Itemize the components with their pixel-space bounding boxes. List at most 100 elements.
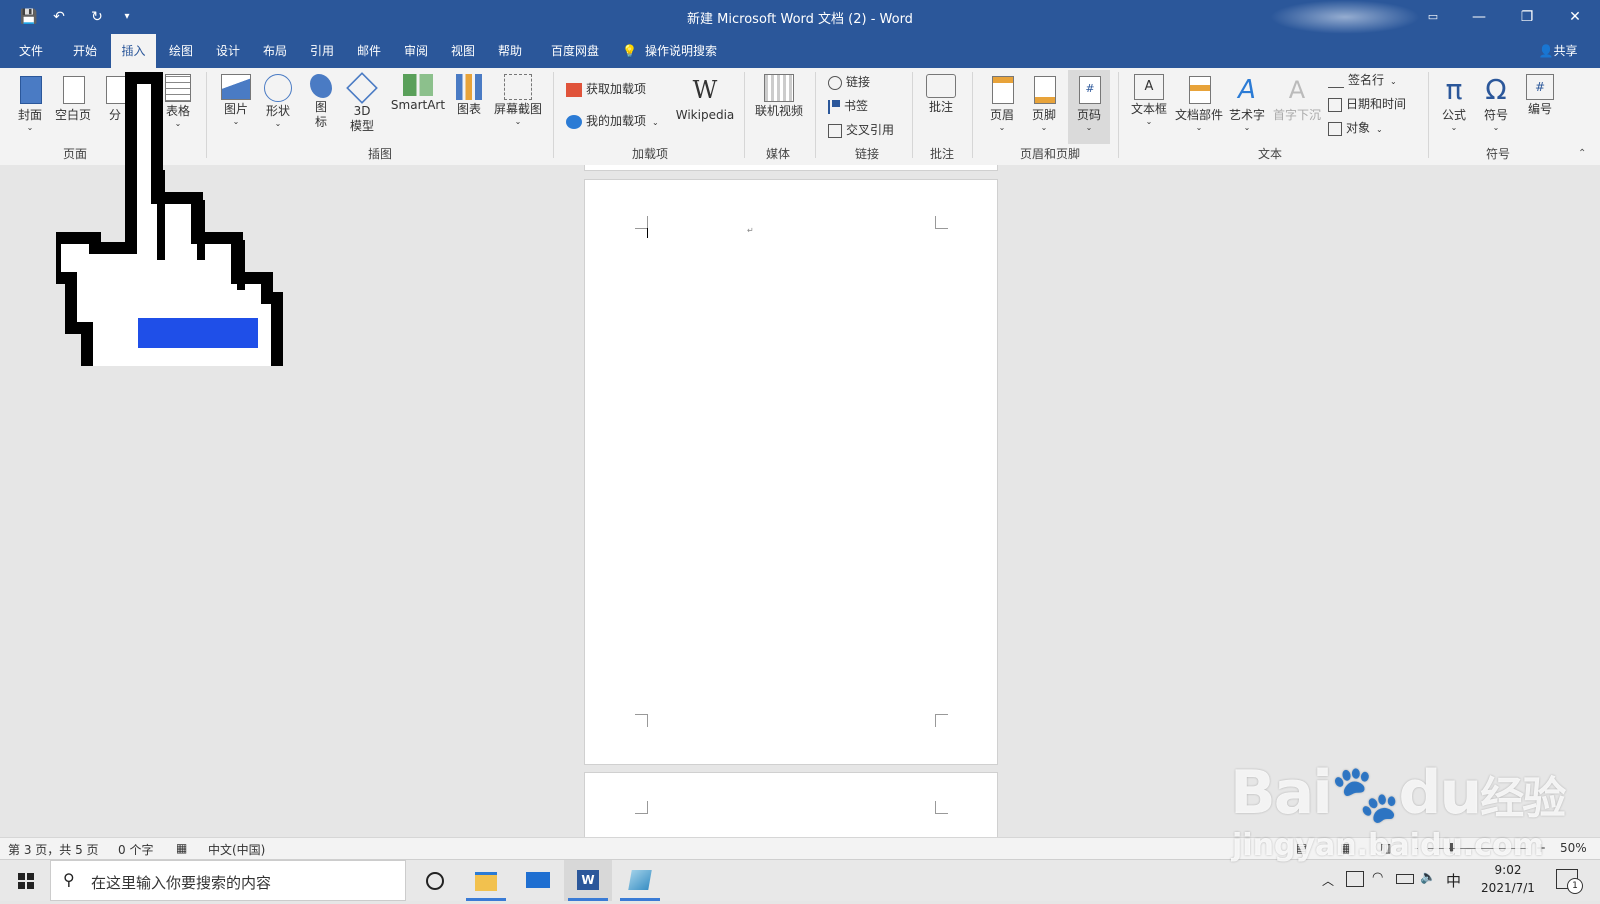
volume-icon[interactable]: 🔈 (1420, 870, 1436, 885)
tab-home[interactable]: 开始 (64, 34, 106, 68)
symbol-label: 符号 (1483, 108, 1508, 122)
taskbar: ⚲ 在这里输入你要搜索的内容 W ︿ ◠ 🔈 中 9:02 2021/7/1 1 (0, 859, 1600, 901)
battery-icon[interactable] (1396, 874, 1414, 884)
security-tray-icon[interactable] (1346, 871, 1364, 887)
object-label: 对象 (1346, 121, 1371, 135)
icons-label-1: 图 (314, 100, 327, 114)
tab-references[interactable]: 引用 (301, 34, 343, 68)
smartart-button[interactable]: SmartArt (388, 74, 448, 113)
word-app-icon[interactable]: W (564, 860, 612, 901)
equation-button[interactable]: π 公式 ⌄ (1436, 74, 1472, 133)
signature-line-button[interactable]: 签名行 ⌄ (1328, 70, 1397, 90)
previous-page (584, 165, 998, 171)
tab-layout[interactable]: 布局 (254, 34, 296, 68)
cover-page-icon (14, 74, 46, 106)
ime-indicator[interactable]: 中 (1446, 870, 1461, 891)
page-number-label: 页码 (1076, 108, 1101, 122)
drop-cap-icon: A (1288, 76, 1306, 104)
share-button[interactable]: 👤共享 (1528, 34, 1588, 68)
tell-me-search[interactable]: 💡 操作说明搜索 (622, 34, 742, 68)
tab-view[interactable]: 视图 (442, 34, 484, 68)
online-video-button[interactable]: 联机视频 (752, 74, 806, 119)
language-indicator[interactable]: 中文(中国) (208, 841, 265, 858)
object-button[interactable]: 对象 ⌄ (1328, 118, 1383, 138)
clock-date[interactable]: 2021/7/1 (1472, 881, 1544, 895)
text-box-label: 文本框 (1130, 102, 1167, 116)
watermark-cn: 经验 (1480, 773, 1566, 824)
my-addins-label: 我的加载项 (586, 114, 647, 128)
clock-time[interactable]: 9:02 (1478, 863, 1538, 877)
header-label: 页眉 (989, 108, 1014, 122)
new-comment-button[interactable]: 批注 (922, 74, 960, 115)
screenshot-label: 屏幕截图 (493, 102, 542, 116)
cross-reference-button[interactable]: 交叉引用 (828, 120, 894, 140)
wordart-button[interactable]: A 艺术字 ⌄ (1226, 74, 1268, 132)
collapse-ribbon-icon[interactable]: ⌃ (1578, 148, 1586, 159)
tab-mailings[interactable]: 邮件 (348, 34, 390, 68)
my-addins-button[interactable]: 我的加载项 ⌄ (566, 111, 659, 131)
page-number-button[interactable]: # 页码 ⌄ (1068, 70, 1110, 144)
pen-icon (1328, 73, 1344, 88)
header-button[interactable]: 页眉 ⌄ (984, 74, 1020, 132)
cover-page-button[interactable]: 封面 ⌄ (12, 74, 48, 132)
smartart-icon (403, 74, 433, 96)
notification-center-icon[interactable]: 1 (1556, 869, 1583, 894)
bookmark-button[interactable]: 书签 (828, 96, 868, 116)
object-icon (1328, 121, 1342, 136)
addins-icon (566, 114, 582, 129)
current-page[interactable]: ↵ (584, 179, 998, 765)
icons-button[interactable]: 图 标 (306, 74, 336, 130)
group-media: 媒体 (765, 147, 790, 161)
wordart-label: 艺术字 (1228, 108, 1265, 122)
drop-cap-button[interactable]: A 首字下沉 (1272, 74, 1322, 123)
number-label: 编号 (1527, 102, 1552, 116)
next-page[interactable] (584, 772, 998, 837)
close-button[interactable]: ✕ (1552, 0, 1598, 34)
link-button[interactable]: 链接 (828, 72, 870, 92)
date-time-button[interactable]: 日期和时间 (1328, 94, 1406, 114)
cortana-icon[interactable] (410, 860, 458, 901)
tab-design[interactable]: 设计 (207, 34, 249, 68)
wifi-icon[interactable]: ◠ (1372, 870, 1383, 885)
tab-draw[interactable]: 绘图 (160, 34, 202, 68)
screenshot-button[interactable]: 屏幕截图 ⌄ (492, 74, 544, 126)
word-count[interactable]: 0 个字 (118, 841, 153, 858)
group-links: 链接 (854, 147, 879, 161)
chart-button[interactable]: 图表 (452, 74, 486, 117)
margin-corner-mark (635, 801, 648, 814)
number-button[interactable]: # 编号 (1522, 74, 1558, 117)
3d-models-button[interactable]: 3D 模型 (344, 72, 380, 134)
restore-button[interactable]: ❐ (1504, 0, 1550, 34)
taskbar-search-box[interactable]: ⚲ 在这里输入你要搜索的内容 (50, 860, 406, 901)
windows-start-icon[interactable] (2, 860, 50, 901)
tab-file[interactable]: 文件 (10, 34, 52, 68)
group-symbols: 符号 (1485, 147, 1510, 161)
tab-help[interactable]: 帮助 (489, 34, 531, 68)
3d-label-1: 3D (353, 104, 371, 118)
tell-me-label: 操作说明搜索 (644, 44, 717, 58)
bookmark-label: 书签 (844, 99, 869, 113)
number-icon: # (1526, 74, 1554, 100)
proofing-icon[interactable]: ▦ (176, 841, 187, 855)
share-label: 共享 (1553, 44, 1578, 58)
file-explorer-icon[interactable] (462, 860, 510, 901)
page-count[interactable]: 第 3 页，共 5 页 (8, 841, 99, 858)
minimize-button[interactable]: — (1456, 0, 1502, 34)
tab-baidu-netdisk[interactable]: 百度网盘 (542, 34, 608, 68)
ribbon-display-icon[interactable]: ▭ (1410, 0, 1456, 34)
text-box-button[interactable]: A 文本框 ⌄ (1128, 74, 1170, 126)
tab-insert[interactable]: 插入 (111, 34, 156, 68)
quick-parts-button[interactable]: 文档部件 ⌄ (1174, 74, 1224, 132)
mail-icon[interactable] (514, 860, 562, 901)
wikipedia-button[interactable]: W Wikipedia (672, 74, 738, 123)
tab-review[interactable]: 审阅 (395, 34, 437, 68)
show-hidden-icons-icon[interactable]: ︿ (1322, 872, 1334, 889)
symbol-button[interactable]: Ω 符号 ⌄ (1478, 74, 1514, 133)
search-icon: ⚲ (63, 870, 75, 889)
notepad-app-icon[interactable] (616, 860, 664, 901)
footer-button[interactable]: 页脚 ⌄ (1026, 74, 1062, 132)
zoom-level[interactable]: 50% (1560, 841, 1587, 855)
separator (553, 72, 554, 158)
cube-icon (346, 72, 378, 104)
get-addins-button[interactable]: 获取加载项 (566, 79, 646, 99)
